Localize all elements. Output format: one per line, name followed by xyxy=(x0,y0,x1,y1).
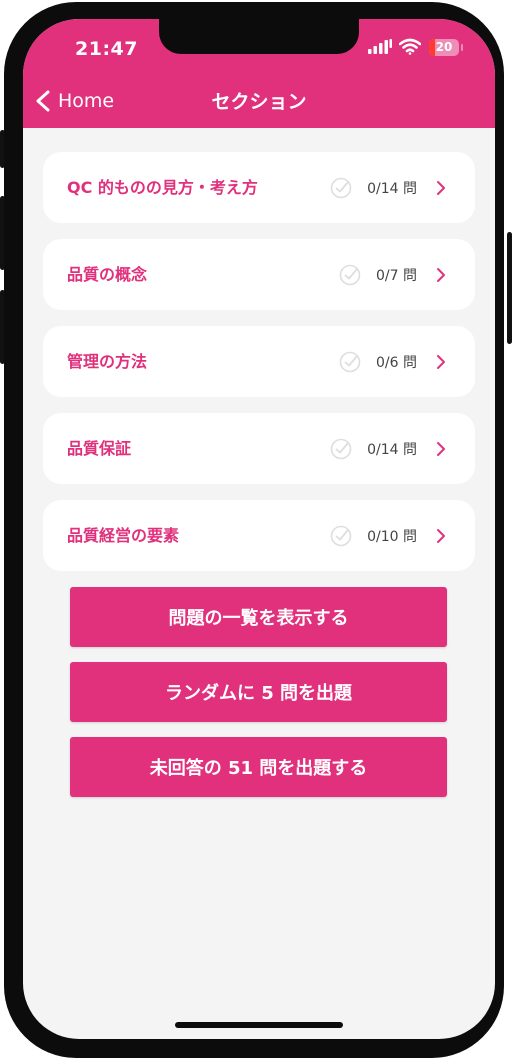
check-circle-icon xyxy=(339,351,361,372)
section-item[interactable]: 管理の方法 0/6 問 xyxy=(43,326,475,397)
section-count: 0/14 問 xyxy=(367,441,417,458)
signal-icon xyxy=(368,39,392,54)
section-meta: 0/14 問 xyxy=(330,152,475,223)
chevron-right-icon xyxy=(437,354,445,369)
section-name: 品質経営の要素 xyxy=(67,526,180,545)
app-header: 21:47 20 Home セクション xyxy=(23,19,495,128)
unanswered-questions-button[interactable]: 未回答の 51 問を出題する xyxy=(70,737,447,797)
section-meta: 0/10 問 xyxy=(330,500,475,571)
section-meta: 0/14 問 xyxy=(330,413,475,484)
section-name: 品質の概念 xyxy=(67,265,148,284)
section-meta: 0/6 問 xyxy=(339,326,475,397)
app-screen: 21:47 20 Home セクション QC 的ものの見方・考え方 0/14 問… xyxy=(23,19,495,1039)
check-circle-icon xyxy=(339,264,361,285)
status-time: 21:47 xyxy=(75,38,138,60)
section-name: 管理の方法 xyxy=(67,352,148,371)
battery-icon: 20 xyxy=(429,39,459,56)
section-count: 0/10 問 xyxy=(367,528,417,545)
random-questions-button[interactable]: ランダムに 5 問を出題 xyxy=(70,662,447,722)
chevron-right-icon xyxy=(437,180,445,195)
page-title: セクション xyxy=(211,91,307,113)
battery-cap xyxy=(461,44,463,51)
phone-frame: 21:47 20 Home セクション QC 的ものの見方・考え方 0/14 問… xyxy=(4,2,504,1058)
chevron-right-icon xyxy=(437,528,445,543)
battery-level: 20 xyxy=(435,40,453,54)
chevron-right-icon xyxy=(437,267,445,282)
check-circle-icon xyxy=(330,177,352,198)
section-meta: 0/7 問 xyxy=(339,239,475,310)
section-name: 品質保証 xyxy=(67,439,132,458)
section-item[interactable]: 品質保証 0/14 問 xyxy=(43,413,475,484)
chevron-right-icon xyxy=(437,441,445,456)
show-question-list-button[interactable]: 問題の一覧を表示する xyxy=(70,587,447,647)
home-indicator xyxy=(175,1022,343,1028)
section-name: QC 的ものの見方・考え方 xyxy=(67,178,258,197)
check-circle-icon xyxy=(330,525,352,546)
section-item[interactable]: 品質の概念 0/7 問 xyxy=(43,239,475,310)
check-circle-icon xyxy=(330,438,352,459)
device-notch xyxy=(159,19,359,54)
section-count: 0/14 問 xyxy=(367,180,417,197)
section-count: 0/7 問 xyxy=(376,267,417,284)
wifi-icon xyxy=(399,38,421,55)
section-item[interactable]: QC 的ものの見方・考え方 0/14 問 xyxy=(43,152,475,223)
section-item[interactable]: 品質経営の要素 0/10 問 xyxy=(43,500,475,571)
side-button-power xyxy=(507,232,512,344)
section-count: 0/6 問 xyxy=(376,354,417,371)
